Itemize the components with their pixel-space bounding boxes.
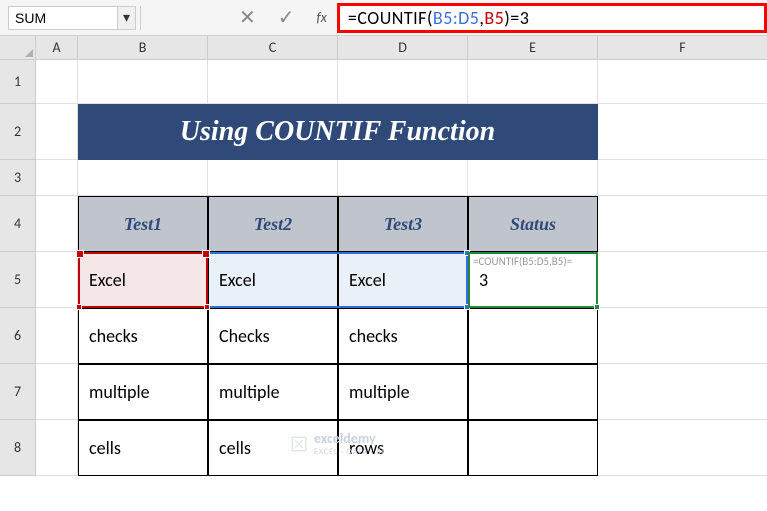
header-test2[interactable]: Test2: [208, 196, 338, 252]
formula-buttons: ✕ ✓: [227, 5, 307, 30]
confirm-icon[interactable]: ✓: [278, 5, 295, 30]
row-headers: 1 2 3 4 5 6 7 8: [0, 60, 36, 476]
cell-A1[interactable]: [36, 60, 78, 104]
cell-B3[interactable]: [78, 160, 208, 196]
formula-range: B5:D5: [433, 7, 479, 29]
cell-C1[interactable]: [208, 60, 338, 104]
cell-B5[interactable]: Excel: [78, 252, 208, 308]
cell-D1[interactable]: [338, 60, 468, 104]
cell-A2[interactable]: [36, 104, 78, 160]
formula-toolbar: ▾ ✕ ✓ fx =COUNTIF(B5:D5,B5)=3: [0, 0, 767, 36]
row-header-4[interactable]: 4: [0, 196, 36, 252]
name-box[interactable]: [8, 6, 118, 30]
cell-A7[interactable]: [36, 364, 78, 420]
cell-F2[interactable]: [598, 104, 767, 160]
row-header-6[interactable]: 6: [0, 308, 36, 364]
cell-F6[interactable]: [598, 308, 767, 364]
formula-eq: =: [348, 7, 357, 29]
col-header-F[interactable]: F: [598, 36, 767, 60]
cell-C3[interactable]: [208, 160, 338, 196]
cell-C6[interactable]: Checks: [208, 308, 338, 364]
cell-B1[interactable]: [78, 60, 208, 104]
cell-E5-value: 3: [479, 269, 488, 291]
cell-D3[interactable]: [338, 160, 468, 196]
cancel-icon[interactable]: ✕: [239, 5, 256, 30]
cell-F3[interactable]: [598, 160, 767, 196]
cell-C5[interactable]: Excel: [208, 252, 338, 308]
cell-D7[interactable]: multiple: [338, 364, 468, 420]
formula-fn: COUNTIF: [357, 7, 427, 29]
cell-E5[interactable]: =COUNTIF(B5:D5,B5)= 3: [468, 252, 598, 308]
cell-D6[interactable]: checks: [338, 308, 468, 364]
cell-C7[interactable]: multiple: [208, 364, 338, 420]
col-header-A[interactable]: A: [36, 36, 78, 60]
col-header-D[interactable]: D: [338, 36, 468, 60]
cell-B6[interactable]: checks: [78, 308, 208, 364]
row-header-1[interactable]: 1: [0, 60, 36, 104]
cell-F7[interactable]: [598, 364, 767, 420]
cell-E7[interactable]: [468, 364, 598, 420]
cell-D5[interactable]: Excel: [338, 252, 468, 308]
select-all-corner[interactable]: [0, 36, 36, 60]
cell-E6[interactable]: [468, 308, 598, 364]
col-header-C[interactable]: C: [208, 36, 338, 60]
cell-E8[interactable]: [468, 420, 598, 476]
cell-E3[interactable]: [468, 160, 598, 196]
cell-F8[interactable]: [598, 420, 767, 476]
namebox-wrap: ▾: [0, 6, 141, 30]
namebox-dropdown[interactable]: ▾: [118, 6, 136, 30]
cell-A8[interactable]: [36, 420, 78, 476]
formula-ref: B5: [484, 7, 504, 29]
col-header-E[interactable]: E: [468, 36, 598, 60]
cell-F5[interactable]: [598, 252, 767, 308]
cell-E1[interactable]: [468, 60, 598, 104]
cell-A3[interactable]: [36, 160, 78, 196]
formula-bar[interactable]: =COUNTIF(B5:D5,B5)=3: [337, 3, 767, 33]
row-header-8[interactable]: 8: [0, 420, 36, 476]
column-headers: A B C D E F: [36, 36, 767, 60]
cell-B8[interactable]: cells: [78, 420, 208, 476]
formula-tail: =3: [510, 7, 529, 29]
row-header-7[interactable]: 7: [0, 364, 36, 420]
cell-A4[interactable]: [36, 196, 78, 252]
row-header-2[interactable]: 2: [0, 104, 36, 160]
col-header-B[interactable]: B: [78, 36, 208, 60]
cell-F4[interactable]: [598, 196, 767, 252]
row-header-3[interactable]: 3: [0, 160, 36, 196]
row-header-5[interactable]: 5: [0, 252, 36, 308]
cell-grid: Using COUNTIF Function Test1 Test2 Test3…: [36, 60, 767, 476]
header-test3[interactable]: Test3: [338, 196, 468, 252]
cell-D8[interactable]: rows: [338, 420, 468, 476]
fx-icon[interactable]: fx: [307, 9, 337, 26]
title-banner[interactable]: Using COUNTIF Function: [78, 104, 598, 160]
cell-E5-editing: =COUNTIF(B5:D5,B5)=: [473, 255, 572, 268]
header-status[interactable]: Status: [468, 196, 598, 252]
chevron-down-icon: ▾: [123, 9, 130, 26]
cell-C8[interactable]: cells: [208, 420, 338, 476]
cell-A5[interactable]: [36, 252, 78, 308]
cell-B7[interactable]: multiple: [78, 364, 208, 420]
cell-A6[interactable]: [36, 308, 78, 364]
header-test1[interactable]: Test1: [78, 196, 208, 252]
cell-F1[interactable]: [598, 60, 767, 104]
